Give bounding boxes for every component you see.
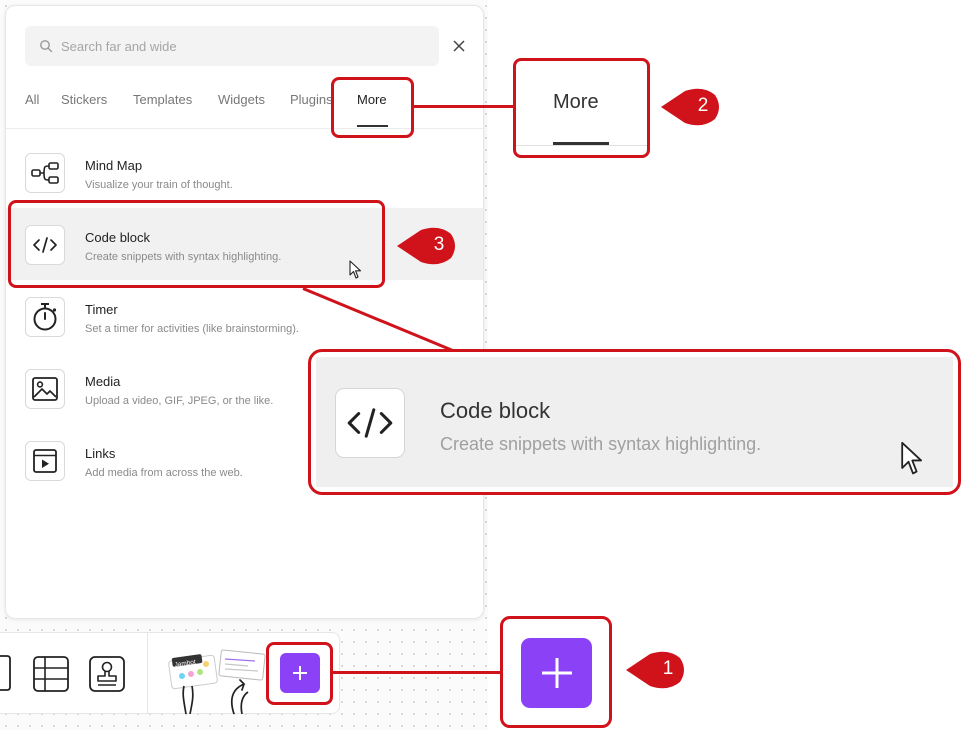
close-button[interactable]	[450, 37, 468, 55]
zoom-item-background	[316, 357, 953, 487]
table-tool-button[interactable]	[31, 654, 71, 694]
item-icon-box	[25, 297, 65, 337]
annotation-badge-2: 2	[659, 87, 723, 127]
image-icon	[32, 377, 58, 401]
toolbar-divider	[147, 632, 148, 714]
item-description: Add media from across the web.	[85, 467, 243, 479]
list-item-mind-map[interactable]: Mind Map Visualize your train of thought…	[6, 136, 483, 208]
shape-tool-button[interactable]	[0, 655, 12, 691]
zoom-callout-more: More	[513, 58, 650, 158]
badge-number: 3	[433, 234, 445, 255]
item-title: Mind Map	[85, 158, 143, 173]
zoom-tab-label: More	[553, 91, 599, 113]
close-icon	[453, 40, 465, 52]
badge-number: 2	[697, 95, 709, 116]
sticker-art-icon: Jambot	[168, 649, 266, 714]
annotation-connector	[413, 105, 514, 108]
table-icon	[33, 656, 69, 692]
zoom-callout-code-block: Code block Create snippets with syntax h…	[308, 349, 961, 495]
item-icon-box	[25, 441, 65, 481]
rectangle-icon	[0, 655, 11, 691]
timer-icon	[33, 303, 57, 331]
tab-stickers[interactable]: Stickers	[61, 92, 107, 107]
search-icon	[40, 40, 53, 53]
annotation-connector	[332, 671, 501, 674]
tab-templates[interactable]: Templates	[133, 92, 192, 107]
item-icon-box	[25, 153, 65, 193]
mind-map-icon	[31, 162, 59, 184]
annotation-badge-1: 1	[624, 650, 688, 690]
sticker-illustration[interactable]: Jambot	[160, 646, 272, 714]
badge-number: 1	[662, 658, 674, 679]
item-title: Links	[85, 446, 116, 461]
item-description: Upload a video, GIF, JPEG, or the like.	[85, 395, 274, 407]
zoom-add-button	[521, 638, 592, 708]
search-input[interactable]	[61, 38, 411, 54]
item-title: Timer	[85, 302, 118, 317]
highlight-code-block	[8, 200, 385, 288]
tab-widgets[interactable]: Widgets	[218, 92, 265, 107]
list-item-timer[interactable]: Timer Set a timer for activities (like b…	[6, 280, 483, 352]
zoom-item-description: Create snippets with syntax highlighting…	[440, 434, 762, 454]
item-icon-box	[25, 369, 65, 409]
screenshot-stage: All Stickers Templates Widgets Plugins M…	[0, 0, 962, 730]
plus-icon	[541, 658, 572, 688]
zoom-item-title: Code block	[440, 398, 551, 423]
highlight-more-tab	[331, 77, 414, 138]
item-title: Media	[85, 374, 121, 389]
zoom-divider	[516, 145, 647, 146]
item-description: Set a timer for activities (like brainst…	[85, 323, 299, 335]
tab-all[interactable]: All	[25, 92, 39, 107]
stamp-icon	[89, 656, 125, 692]
play-window-icon	[33, 449, 57, 473]
stamp-tool-button[interactable]	[87, 654, 127, 694]
highlight-add-button	[266, 642, 333, 705]
code-icon	[347, 408, 393, 438]
search-bar	[25, 26, 439, 66]
annotation-badge-3: 3	[395, 226, 459, 266]
item-description: Visualize your train of thought.	[85, 179, 233, 191]
zoom-item-icon-box	[335, 388, 405, 458]
tab-plugins[interactable]: Plugins	[290, 92, 333, 107]
category-tabs: All Stickers Templates Widgets Plugins M…	[25, 92, 483, 128]
mouse-cursor-icon	[901, 441, 922, 475]
